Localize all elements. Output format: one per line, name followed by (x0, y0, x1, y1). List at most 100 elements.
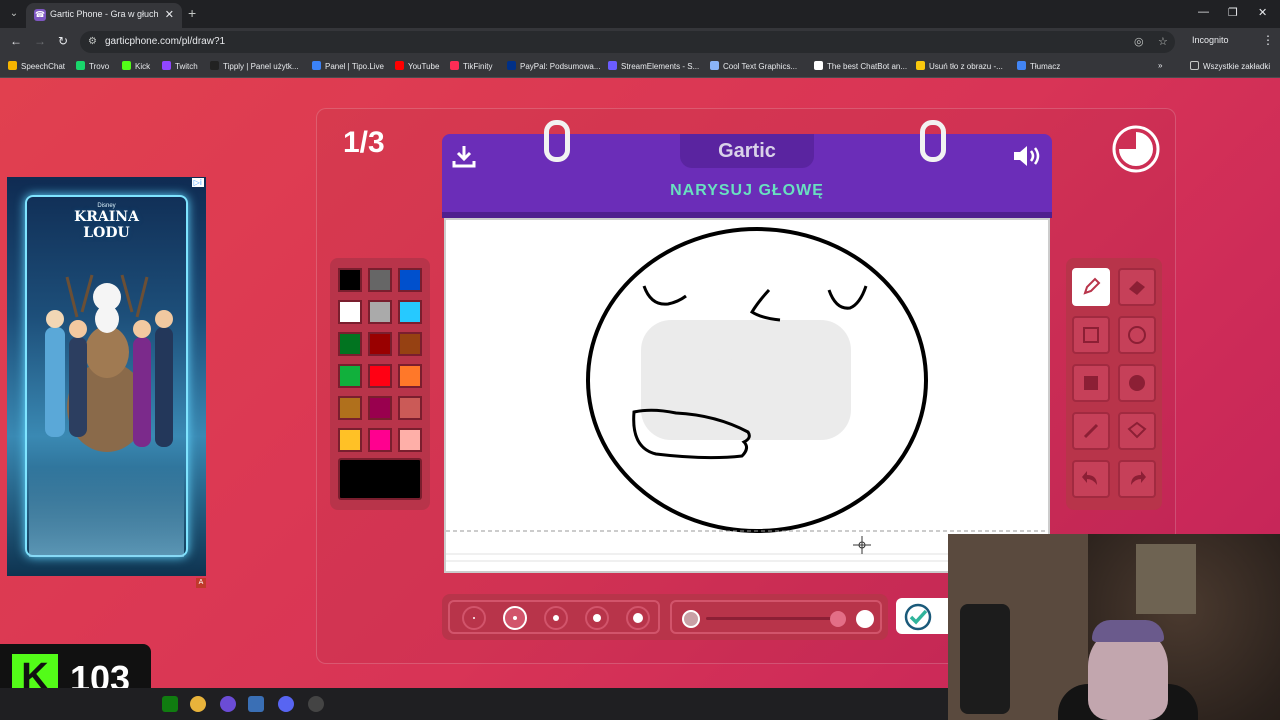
color-swatch[interactable] (338, 428, 362, 452)
color-swatch[interactable] (398, 268, 422, 292)
chrome-icon[interactable] (190, 696, 206, 712)
timer-icon (1112, 125, 1160, 173)
tab-gartic-phone[interactable]: ☎ Gartic Phone - Gra w głuchy te ✕ (26, 3, 182, 28)
bookmark-item[interactable]: PayPal: Podsumowa... (507, 61, 600, 71)
eraser-tool-button[interactable] (1118, 268, 1156, 306)
bookmark-item[interactable]: Cool Text Graphics... (710, 61, 797, 71)
xbox-icon[interactable] (162, 696, 178, 712)
redo-button[interactable] (1118, 460, 1156, 498)
close-window-button[interactable]: ✕ (1258, 6, 1267, 19)
color-swatch[interactable] (398, 332, 422, 356)
tab-search-icon[interactable]: ⌄ (6, 6, 22, 22)
opacity-track[interactable] (706, 617, 836, 620)
brush-size-dot-icon (513, 616, 517, 620)
color-swatch[interactable] (338, 396, 362, 420)
bookmark-item[interactable]: Tipply | Panel użytk... (210, 61, 299, 71)
bookmark-item[interactable]: Tłumacz (1017, 61, 1060, 71)
bookmark-item[interactable]: Panel | Tipo.Live (312, 61, 384, 71)
done-button[interactable] (896, 598, 948, 634)
rectangle-fill-tool-button[interactable] (1072, 364, 1110, 402)
minimize-button[interactable]: — (1198, 6, 1209, 18)
discord-icon[interactable] (278, 696, 294, 712)
color-swatch[interactable] (338, 268, 362, 292)
tools-panel (1066, 258, 1162, 510)
color-swatch[interactable] (398, 364, 422, 388)
menu-kebab-icon[interactable]: ⋮ (1262, 33, 1274, 47)
url-text: garticphone.com/pl/draw?1 (105, 36, 226, 47)
brush-size-dot-icon (553, 615, 559, 621)
brush-size-button[interactable] (544, 606, 568, 630)
bookmark-item[interactable]: TikFinity (450, 61, 492, 71)
bookmark-favicon-icon (1017, 61, 1026, 70)
color-swatch[interactable] (398, 396, 422, 420)
ad-title: KRAINA LODU (7, 209, 206, 241)
undo-button[interactable] (1072, 460, 1110, 498)
new-tab-button[interactable]: + (188, 5, 196, 21)
bookmarks-overflow-icon[interactable]: » (1158, 61, 1162, 70)
color-swatch[interactable] (368, 268, 392, 292)
opacity-handle[interactable] (830, 611, 846, 627)
bookmark-item[interactable]: Kick (122, 61, 150, 71)
nose-stroke (749, 288, 781, 322)
pencil-tool-button[interactable] (1072, 268, 1110, 306)
reload-icon[interactable]: ↻ (58, 34, 68, 48)
frozen-ad[interactable]: ▷ⅰ Disney KRAINA LODU (7, 177, 206, 576)
brush-size-button[interactable] (626, 606, 650, 630)
redo-icon (1131, 471, 1146, 485)
brush-size-button[interactable] (462, 606, 486, 630)
ellipse-outline-tool-button[interactable] (1118, 316, 1156, 354)
tab-close-icon[interactable]: ✕ (165, 8, 174, 21)
bookmark-favicon-icon (814, 61, 823, 70)
bookmark-item[interactable]: YouTube (395, 61, 439, 71)
address-bar[interactable]: ⚙ garticphone.com/pl/draw?1 ◎ ☆ (80, 31, 1175, 53)
brush-size-button[interactable] (503, 606, 527, 630)
bookmark-item[interactable]: Twitch (162, 61, 198, 71)
bookmark-favicon-icon (162, 61, 171, 70)
bucket-tool-button[interactable] (1118, 412, 1156, 450)
color-swatch[interactable] (368, 428, 392, 452)
bookmark-favicon-icon (710, 61, 719, 70)
drawing-canvas[interactable]: Gartic PHONE (444, 218, 1050, 573)
download-icon[interactable] (452, 144, 476, 168)
color-swatch[interactable] (338, 332, 362, 356)
rectangle-outline-tool-button[interactable] (1072, 316, 1110, 354)
bookmark-item[interactable]: The best ChatBot an... (814, 61, 907, 71)
color-swatch[interactable] (368, 332, 392, 356)
app-ring-icon[interactable] (220, 696, 236, 712)
app-tile-icon[interactable] (248, 696, 264, 712)
line-tool-button[interactable] (1072, 412, 1110, 450)
circle-outline-icon (1128, 326, 1146, 344)
color-swatch[interactable] (338, 364, 362, 388)
bookmark-item[interactable]: Trovo (76, 61, 109, 71)
bookmark-item[interactable]: Usuń tło z obrazu -... (916, 61, 1003, 71)
restore-button[interactable]: ❐ (1228, 6, 1238, 19)
eye-off-icon[interactable]: ◎ (1134, 35, 1144, 48)
bookmark-label: Cool Text Graphics... (723, 62, 798, 71)
drawing-prompt: NARYSUJ GŁOWĘ (670, 182, 824, 199)
color-swatch[interactable] (368, 364, 392, 388)
color-swatch[interactable] (368, 300, 392, 324)
opacity-slider[interactable] (670, 600, 882, 634)
ellipse-fill-tool-button[interactable] (1118, 364, 1156, 402)
forward-icon[interactable]: → (34, 34, 46, 48)
app-gear-icon[interactable] (308, 696, 324, 712)
site-info-icon[interactable]: ⚙ (88, 36, 97, 47)
incognito-label[interactable]: Incognito (1192, 35, 1229, 45)
brush-size-button[interactable] (585, 606, 609, 630)
bookmark-star-icon[interactable]: ☆ (1158, 35, 1168, 48)
all-bookmarks[interactable]: Wszystkie zakładki (1190, 61, 1270, 71)
color-swatch[interactable] (368, 396, 392, 420)
gartic-logo: Gartic (718, 140, 776, 162)
current-color-preview (338, 458, 422, 500)
color-swatch[interactable] (398, 428, 422, 452)
canvas-drawing: Gartic PHONE (446, 227, 1048, 562)
notebook-ring-right (920, 120, 946, 162)
bookmark-item[interactable]: SpeechChat (8, 61, 65, 71)
color-swatch[interactable] (398, 300, 422, 324)
bookmark-item[interactable]: StreamElements - S... (608, 61, 699, 71)
back-icon[interactable]: ← (10, 34, 22, 48)
color-swatch[interactable] (338, 300, 362, 324)
adchoices-icon[interactable]: ▷ⅰ (191, 178, 204, 187)
sound-icon[interactable] (1012, 144, 1042, 168)
bookmark-label: Twitch (175, 62, 198, 71)
